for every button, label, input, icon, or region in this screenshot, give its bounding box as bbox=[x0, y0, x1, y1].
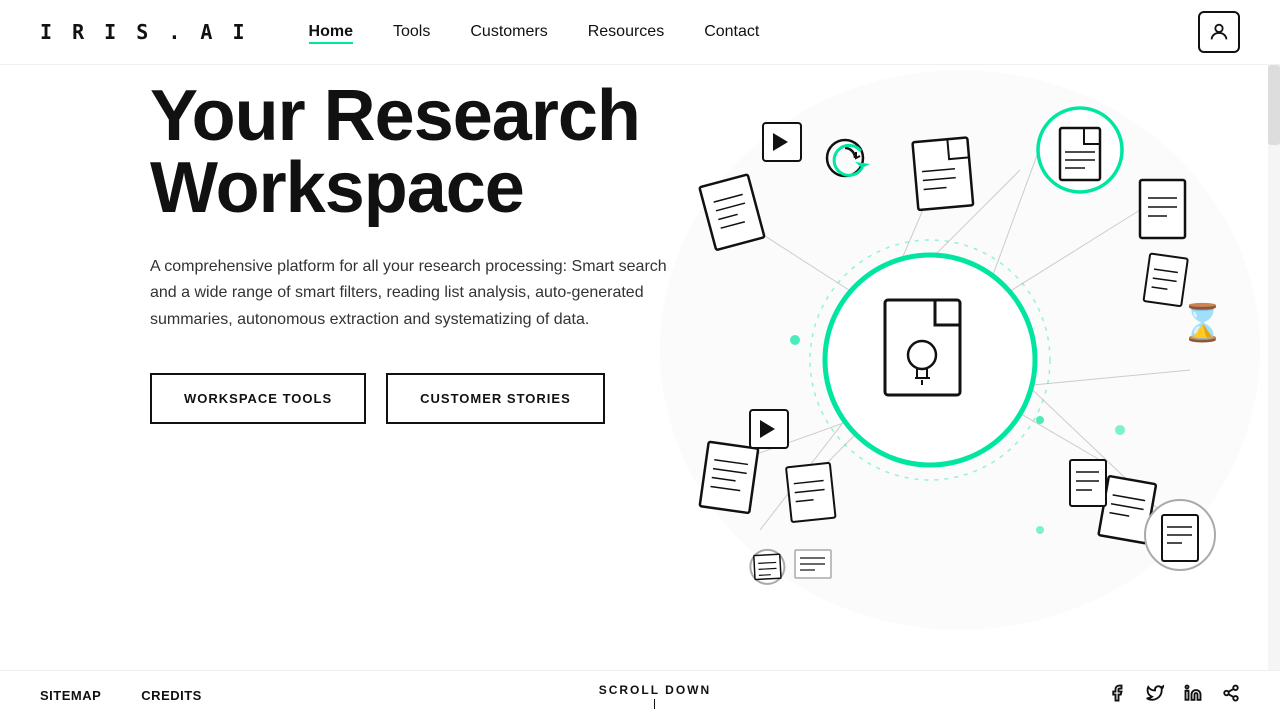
illustration-svg: ⌛ bbox=[600, 40, 1280, 660]
scrollbar[interactable] bbox=[1268, 65, 1280, 720]
scroll-down-text: SCROLL DOWN bbox=[599, 682, 711, 699]
social-links bbox=[1108, 684, 1240, 707]
sitemap-link[interactable]: SITEMAP bbox=[40, 688, 101, 703]
facebook-icon[interactable] bbox=[1108, 684, 1126, 707]
navigation: I R I S . A I Home Tools Customers Resou… bbox=[0, 0, 1280, 65]
scroll-line bbox=[654, 699, 655, 709]
linkedin-icon[interactable] bbox=[1184, 684, 1202, 707]
nav-item-resources[interactable]: Resources bbox=[588, 23, 664, 41]
scroll-down-area: SCROLL DOWN bbox=[202, 682, 1108, 709]
workspace-tools-button[interactable]: WORKSPACE TOOLS bbox=[150, 373, 366, 424]
logo[interactable]: I R I S . A I bbox=[40, 20, 249, 44]
nav-item-tools[interactable]: Tools bbox=[393, 23, 430, 41]
svg-text:⌛: ⌛ bbox=[1180, 302, 1225, 343]
footer-links: SITEMAP CREDITS bbox=[40, 688, 202, 703]
scrollbar-thumb[interactable] bbox=[1268, 65, 1280, 145]
nav-item-customers[interactable]: Customers bbox=[470, 23, 547, 41]
nav-item-contact[interactable]: Contact bbox=[704, 23, 759, 41]
twitter-icon[interactable] bbox=[1146, 684, 1164, 707]
main-content: Your Research Workspace A comprehensive … bbox=[0, 0, 1280, 720]
nav-links: Home Tools Customers Resources Contact bbox=[309, 23, 1198, 41]
nav-item-home[interactable]: Home bbox=[309, 23, 353, 41]
user-icon[interactable] bbox=[1198, 11, 1240, 53]
credits-link[interactable]: CREDITS bbox=[141, 688, 202, 703]
customer-stories-button[interactable]: CUSTOMER STORIES bbox=[386, 373, 605, 424]
share-icon[interactable] bbox=[1222, 684, 1240, 707]
hero-illustration: ⌛ bbox=[600, 40, 1280, 660]
footer: SITEMAP CREDITS SCROLL DOWN bbox=[0, 670, 1280, 720]
